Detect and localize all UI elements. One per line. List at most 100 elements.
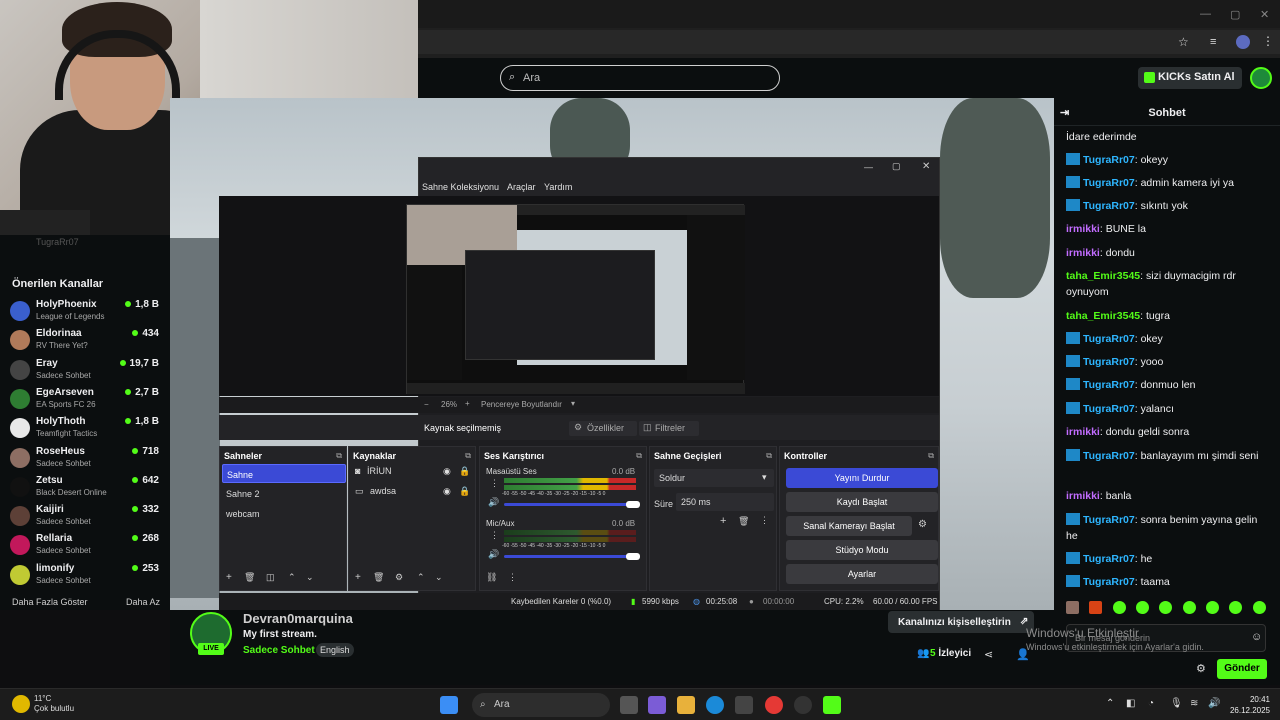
file-explorer-icon[interactable]	[677, 696, 695, 714]
settings-button[interactable]: Ayarlar	[786, 564, 938, 584]
zoom-in-icon[interactable]: +	[465, 399, 470, 408]
chat-username[interactable]: TugraRr07	[1083, 200, 1135, 212]
language-badge[interactable]: English	[316, 643, 354, 657]
chat-username[interactable]: TugraRr07	[1083, 553, 1135, 565]
chat-username[interactable]: TugraRr07	[1083, 356, 1135, 368]
taskbar-search[interactable]: ⌕ Ara	[472, 693, 610, 717]
chat-username[interactable]: taha_Emir3545	[1066, 310, 1140, 322]
chat-username[interactable]: TugraRr07	[1083, 576, 1135, 588]
store-icon[interactable]	[735, 696, 753, 714]
emote-icon[interactable]	[1229, 601, 1243, 614]
channel-name[interactable]: Devran0marquina	[243, 611, 353, 626]
obs-preview-canvas[interactable]	[406, 204, 745, 394]
show-less-link[interactable]: Daha Az	[126, 597, 160, 607]
tray-app-icon[interactable]: ◧	[1126, 698, 1135, 709]
network-icon[interactable]: ◔	[1148, 698, 1154, 709]
recommended-channel[interactable]: RoseHeus Sadece Sohbet 718	[10, 445, 165, 474]
obs-icon[interactable]	[794, 696, 812, 714]
send-button[interactable]: Gönder	[1217, 659, 1267, 679]
filters-button[interactable]: ◫ Filtreler	[639, 421, 699, 436]
recommended-channel[interactable]: Eldorinaa RV There Yet? 434	[10, 327, 165, 356]
chat-username[interactable]: irmikki	[1066, 247, 1100, 259]
wifi-icon[interactable]: ≋	[1190, 698, 1198, 709]
emoji-icon[interactable]: ☺	[1251, 631, 1262, 643]
emote-icon[interactable]	[1252, 601, 1266, 614]
emote-icon[interactable]	[1066, 601, 1079, 614]
volume-slider[interactable]	[504, 503, 634, 506]
chat-username[interactable]: TugraRr07	[1083, 514, 1135, 526]
move-up-icon[interactable]: ⌃	[288, 572, 296, 583]
collapse-chat-icon[interactable]: ⇥	[1060, 106, 1069, 119]
recommended-channel[interactable]: Rellaria Sadece Sohbet 268	[10, 532, 165, 561]
recommended-channel[interactable]: limonify Sadece Sohbet 253	[10, 562, 165, 591]
add-transition-icon[interactable]: +	[720, 515, 726, 527]
volume-slider-knob[interactable]	[626, 553, 640, 560]
chat-username[interactable]: irmikki	[1066, 223, 1100, 235]
move-up-icon[interactable]: ⌃	[417, 572, 425, 583]
search-input[interactable]: ⌕ Ara	[500, 65, 780, 91]
emote-icon[interactable]	[1089, 601, 1103, 614]
obs-maximize-icon[interactable]: ▢	[892, 161, 901, 172]
scene-item[interactable]: Sahne 2	[222, 484, 346, 503]
recommended-channel[interactable]: Eray Sadece Sohbet 19,7 B	[10, 357, 165, 386]
duration-stepper[interactable]: 250 ms	[676, 493, 774, 511]
chat-settings-icon[interactable]: ⚙	[1196, 662, 1206, 675]
weather-icon[interactable]	[12, 695, 30, 713]
add-scene-icon[interactable]: +	[226, 572, 232, 583]
remove-transition-icon[interactable]: 🗑	[738, 516, 749, 527]
clock[interactable]: 20:41 26.12.2025	[1220, 694, 1270, 716]
zoom-out-icon[interactable]: −	[424, 400, 429, 409]
restore-icon[interactable]: ▢	[1230, 8, 1240, 21]
copilot-icon[interactable]	[648, 696, 666, 714]
remove-scene-icon[interactable]: 🗑	[244, 572, 255, 583]
link-icon[interactable]: ⛓	[486, 572, 497, 583]
volume-icon[interactable]: 🔊	[1208, 698, 1220, 709]
transition-menu-icon[interactable]: ⋮	[760, 515, 769, 526]
scene-item[interactable]: Sahne	[222, 464, 346, 483]
emote-icon[interactable]	[1182, 601, 1196, 614]
channel-menu-icon[interactable]: ⋮	[490, 478, 499, 489]
minimize-icon[interactable]: —	[1200, 8, 1211, 20]
edge-icon[interactable]	[706, 696, 724, 714]
weather-widget[interactable]: 11°C Çok bulutlu	[34, 694, 74, 714]
scene-item[interactable]: webcam	[222, 504, 346, 523]
source-item[interactable]: ◙ İRİUN ◉ 🔒	[355, 466, 473, 482]
chat-username[interactable]: TugraRr07	[1083, 177, 1135, 189]
lock-icon[interactable]: 🔒	[459, 466, 470, 477]
obs-minimize-icon[interactable]: —	[864, 162, 873, 172]
dock-float-icon[interactable]: ⧉	[766, 451, 772, 461]
remove-source-icon[interactable]: 🗑	[373, 572, 384, 583]
properties-button[interactable]: ⚙ Özellikler	[569, 421, 637, 436]
mixer-menu-icon[interactable]: ⋮	[508, 572, 517, 583]
show-more-link[interactable]: Daha Fazla Göster	[12, 597, 88, 607]
volume-slider[interactable]	[504, 555, 634, 558]
move-down-icon[interactable]: ⌄	[435, 572, 443, 583]
start-menu-icon[interactable]	[440, 696, 458, 714]
chat-username[interactable]: TugraRr07	[1083, 333, 1135, 345]
fit-to-window[interactable]: Pencereye Boyutlandır	[481, 400, 562, 409]
user-avatar[interactable]	[1250, 67, 1272, 89]
transition-select[interactable]: Soldur ▾	[654, 469, 774, 487]
recommended-channel[interactable]: Zetsu Black Desert Online 642	[10, 474, 165, 503]
stream-category[interactable]: Sadece Sohbet	[243, 645, 315, 656]
share-icon[interactable]: ⋖	[984, 648, 993, 661]
source-item[interactable]: ▭ awdsa ◉ 🔒	[355, 486, 473, 502]
emote-icon[interactable]	[1206, 601, 1220, 614]
chat-username[interactable]: taha_Emir3545	[1066, 270, 1140, 282]
speaker-icon[interactable]: 🔊	[488, 497, 499, 508]
buy-kicks-button[interactable]: KICKs Satın Al	[1138, 67, 1242, 89]
recommended-channel[interactable]: Kaijiri Sadece Sohbet 332	[10, 503, 165, 532]
tray-chevron-icon[interactable]: ⌃	[1106, 698, 1114, 709]
channel-menu-icon[interactable]: ⋮	[490, 530, 499, 541]
add-source-icon[interactable]: +	[355, 572, 361, 583]
customize-channel-button[interactable]: Kanalınızı kişiselleştirin ⇗	[888, 611, 1034, 633]
microphone-icon[interactable]: 🎙	[1170, 698, 1183, 709]
recommended-channel[interactable]: HolyThoth Teamfight Tactics 1,8 B	[10, 415, 165, 444]
fit-dropdown-icon[interactable]: ▾	[571, 399, 575, 408]
recommended-channel[interactable]: HolyPhoenix League of Legends 1,8 B	[10, 298, 165, 327]
task-view-icon[interactable]	[620, 696, 638, 714]
menu-scene-collection[interactable]: Sahne Koleksiyonu	[422, 182, 499, 192]
virtual-camera-settings-icon[interactable]: ⚙	[918, 519, 927, 530]
dock-float-icon[interactable]: ⧉	[336, 451, 342, 461]
start-recording-button[interactable]: Kaydı Başlat	[786, 492, 938, 512]
